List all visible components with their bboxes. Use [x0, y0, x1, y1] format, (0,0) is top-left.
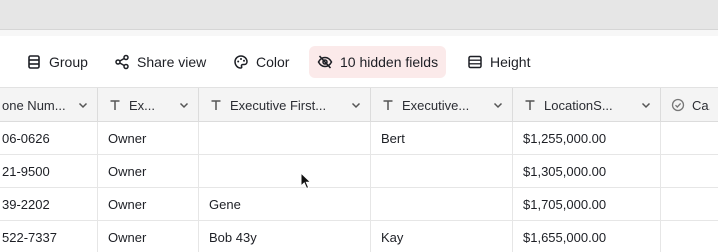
cell-checkbox-field[interactable] — [661, 155, 718, 188]
column-header-label: Ex... — [129, 97, 156, 113]
group-label: Group — [49, 54, 88, 70]
cell-executive-first-name[interactable] — [199, 155, 371, 188]
cell-phone-number[interactable]: 39-2202 — [0, 188, 98, 221]
chevron-down-icon[interactable] — [77, 99, 89, 111]
column-header-label: Executive First... — [230, 97, 327, 113]
hidden-fields-label: 10 hidden fields — [340, 54, 439, 70]
cell-executive-first-name[interactable]: Gene — [199, 188, 371, 221]
column-header-executive-title[interactable]: Ex... — [98, 88, 199, 122]
checkbox-type-icon — [671, 98, 685, 112]
mouse-cursor-icon — [300, 172, 312, 190]
chevron-down-icon[interactable] — [178, 99, 190, 111]
chevron-down-icon[interactable] — [350, 99, 362, 111]
cell-executive-last-name[interactable] — [371, 188, 513, 221]
share-view-button[interactable]: Share view — [106, 46, 214, 78]
cell-checkbox-field[interactable] — [661, 188, 718, 221]
column-header-location-sales[interactable]: LocationS... — [513, 88, 661, 122]
column-header-label: Executive... — [402, 97, 470, 113]
cell-executive-first-name[interactable] — [199, 122, 371, 155]
share-icon — [115, 54, 129, 70]
table-row[interactable]: 06-0626 Owner Bert $1,255,000.00 — [0, 122, 718, 155]
text-type-icon — [110, 100, 120, 110]
eye-off-icon — [317, 55, 333, 69]
cell-location-sales[interactable]: $1,255,000.00 — [513, 122, 661, 155]
height-label: Height — [490, 54, 531, 70]
table-row[interactable]: 39-2202 Owner Gene $1,705,000.00 — [0, 188, 718, 221]
cell-location-sales[interactable]: $1,655,000.00 — [513, 221, 661, 252]
row-height-button[interactable]: Height — [459, 46, 538, 78]
cell-executive-title[interactable]: Owner — [98, 155, 199, 188]
grid-header-row: one Num... Ex... Executive First... Exec… — [0, 88, 718, 122]
row-height-icon — [468, 55, 482, 69]
cell-phone-number[interactable]: 06-0626 — [0, 122, 98, 155]
column-header-label: LocationS... — [544, 97, 613, 113]
group-button[interactable]: Group — [18, 46, 96, 78]
column-header-executive-last-name[interactable]: Executive... — [371, 88, 513, 122]
cell-executive-last-name[interactable]: Bert — [371, 122, 513, 155]
text-type-icon — [211, 100, 221, 110]
cell-location-sales[interactable]: $1,305,000.00 — [513, 155, 661, 188]
cell-executive-title[interactable]: Owner — [98, 122, 199, 155]
cell-executive-last-name[interactable]: Kay — [371, 221, 513, 252]
column-header-label: Ca... — [692, 97, 710, 113]
hidden-fields-button[interactable]: 10 hidden fields — [309, 46, 447, 78]
palette-icon — [234, 55, 248, 69]
cell-executive-first-name[interactable]: Bob 43y — [199, 221, 371, 252]
chevron-down-icon[interactable] — [640, 99, 652, 111]
column-header-checkbox-field[interactable]: Ca... — [661, 88, 718, 122]
column-header-executive-first-name[interactable]: Executive First... — [199, 88, 371, 122]
cell-executive-last-name[interactable] — [371, 155, 513, 188]
cell-location-sales[interactable]: $1,705,000.00 — [513, 188, 661, 221]
column-header-label: one Num... — [2, 97, 66, 113]
cell-phone-number[interactable]: 522-7337 — [0, 221, 98, 252]
share-view-label: Share view — [137, 54, 207, 70]
cell-checkbox-field[interactable] — [661, 122, 718, 155]
color-label: Color — [256, 54, 290, 70]
color-button[interactable]: Color — [225, 46, 297, 78]
group-icon — [28, 55, 40, 69]
column-header-phone-number[interactable]: one Num... — [0, 88, 98, 122]
table-row[interactable]: 522-7337 Owner Bob 43y Kay $1,655,000.00 — [0, 221, 718, 252]
view-toolbar: Group Share view Color 10 hidden fields — [0, 36, 718, 88]
cell-checkbox-field[interactable] — [661, 221, 718, 252]
window-top-bar — [0, 0, 718, 30]
chevron-down-icon[interactable] — [492, 99, 504, 111]
cell-phone-number[interactable]: 21-9500 — [0, 155, 98, 188]
cell-executive-title[interactable]: Owner — [98, 221, 199, 252]
text-type-icon — [383, 100, 393, 110]
cell-executive-title[interactable]: Owner — [98, 188, 199, 221]
table-row[interactable]: 21-9500 Owner $1,305,000.00 — [0, 155, 718, 188]
text-type-icon — [525, 100, 535, 110]
